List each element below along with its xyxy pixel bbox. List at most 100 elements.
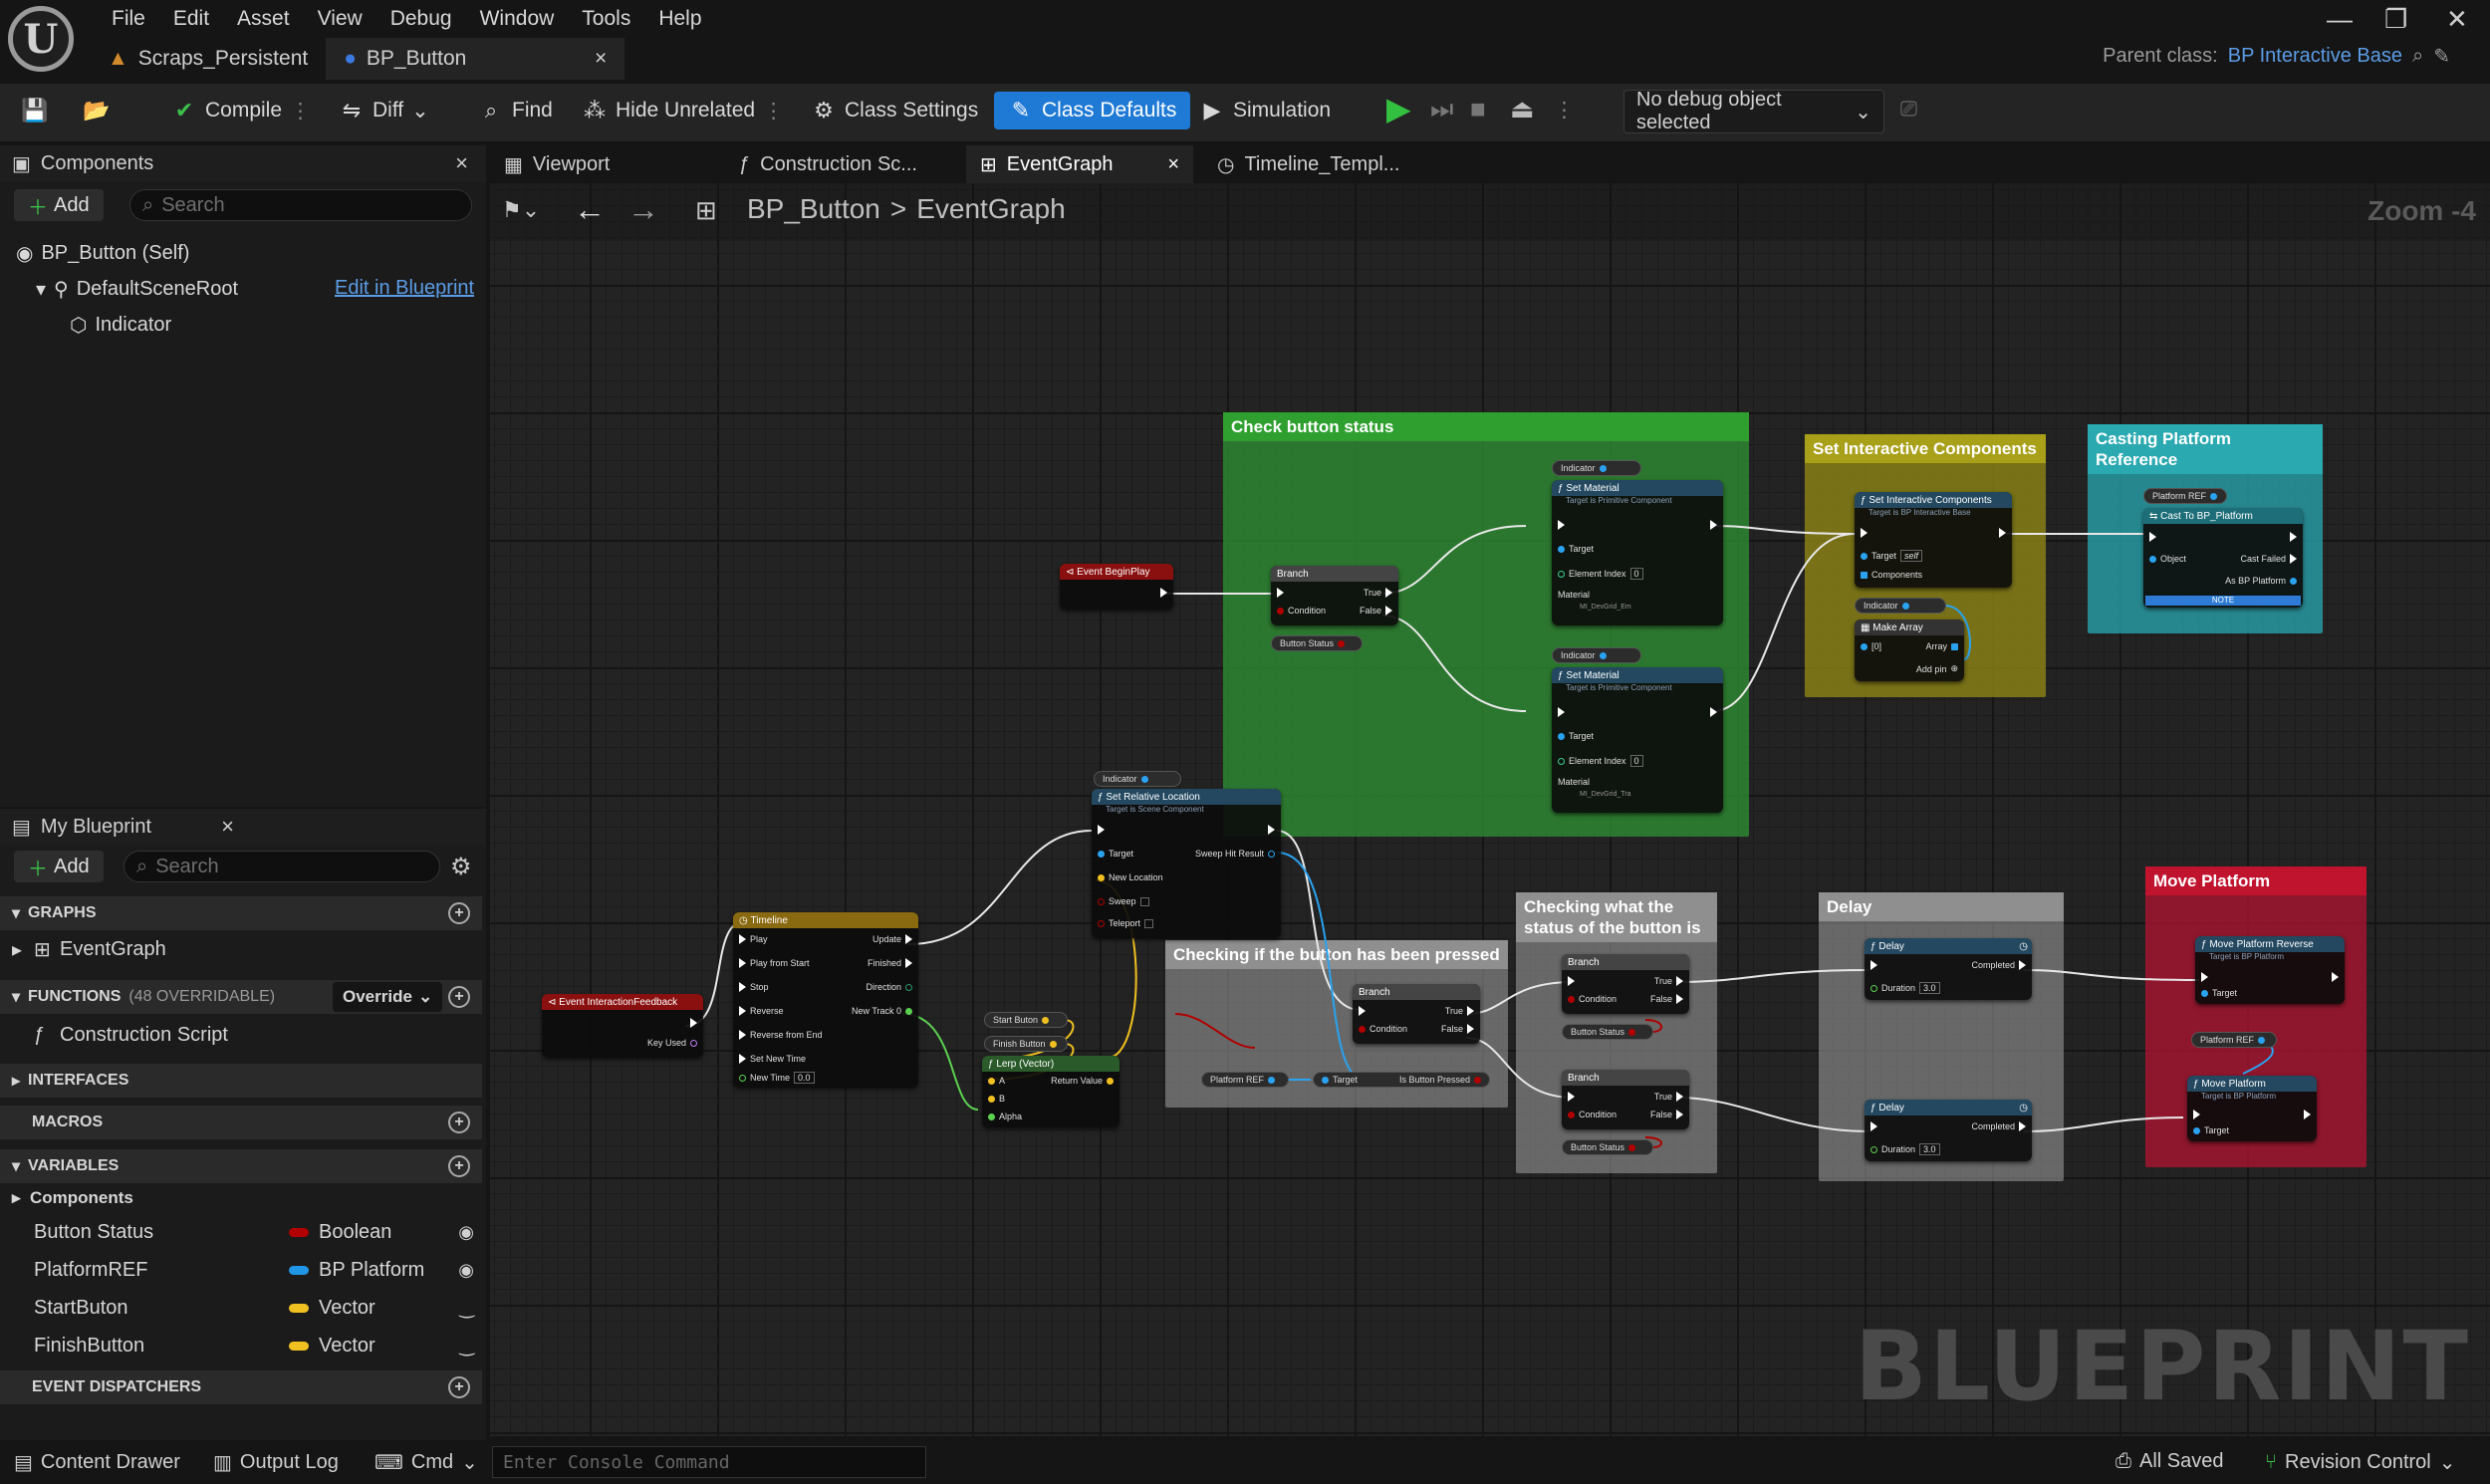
class-settings-button[interactable]: ⚙ Class Settings	[811, 98, 978, 124]
material-value[interactable]: MI_DevGrid_Em	[1580, 604, 1631, 611]
compile-button[interactable]: ✔ Compile ⋮	[171, 98, 311, 124]
revision-control-button[interactable]: ⑂ Revision Control ⌄	[2265, 1450, 2456, 1475]
return-value-pin[interactable]: Return Value	[1051, 1076, 1114, 1086]
node-get-indicator[interactable]: Indicator	[1094, 771, 1181, 787]
class-defaults-button[interactable]: ✎ Class Defaults	[994, 92, 1191, 129]
section-variables[interactable]: ▾ VARIABLES +	[0, 1149, 482, 1183]
reverse-from-end-pin[interactable]: Reverse from End	[739, 1030, 823, 1040]
exec-out-pin[interactable]	[690, 1018, 697, 1028]
menu-help[interactable]: Help	[644, 7, 715, 31]
settings-gear-icon[interactable]: ⚙	[450, 853, 472, 881]
completed-pin[interactable]: Completed	[1971, 960, 2026, 970]
node-delay[interactable]: ƒ Delay ◷ Completed Duration 3.0	[1865, 1100, 2032, 1161]
pin-value[interactable]: 3.0	[1919, 982, 1940, 994]
tab-viewport[interactable]: ▦ Viewport	[490, 145, 623, 183]
simulation-button[interactable]: ▶ Simulation	[1199, 98, 1332, 124]
find-button[interactable]: ⌕ Find	[478, 98, 553, 124]
node-get-indicator[interactable]: Indicator	[1552, 647, 1641, 663]
condition-pin[interactable]: Condition	[1568, 1110, 1617, 1119]
exec-out-pin[interactable]	[2332, 972, 2339, 982]
pin-value[interactable]: 0	[1629, 755, 1643, 767]
add-component-button[interactable]: ＋ Add	[14, 189, 104, 221]
element-index-pin[interactable]: Element Index 0	[1558, 568, 1643, 580]
new-time-pin[interactable]: New Time 0.0	[739, 1072, 815, 1084]
node-event-interaction-feedback[interactable]: ⊲ Event InteractionFeedback Key Used	[542, 994, 703, 1058]
target-pin[interactable]: Target self	[1861, 550, 1923, 562]
restore-icon[interactable]: ❐	[2384, 4, 2407, 35]
duration-pin[interactable]: Duration 3.0	[1870, 982, 1940, 994]
target-pin[interactable]: Target	[2201, 988, 2237, 998]
console-input[interactable]: Enter Console Command	[492, 1446, 926, 1478]
b-pin[interactable]: B	[988, 1094, 1005, 1104]
exec-in-pin[interactable]	[2193, 1110, 2200, 1119]
node-move-platform-reverse[interactable]: ƒ Move Platform Reverse Target is BP Pla…	[2195, 936, 2345, 1004]
add-member-button[interactable]: ＋ Add	[14, 851, 104, 882]
condition-pin[interactable]: Condition	[1568, 994, 1617, 1004]
as-bp-platform-pin[interactable]: As BP Platform	[2225, 576, 2297, 586]
condition-pin[interactable]: Condition	[1359, 1024, 1407, 1034]
new-location-pin[interactable]: New Location	[1098, 872, 1163, 882]
stop-icon[interactable]: ■	[1470, 94, 1486, 124]
true-pin[interactable]: True	[1445, 1006, 1474, 1016]
target-pin[interactable]: Target	[1098, 849, 1133, 859]
section-interfaces[interactable]: ▸ INTERFACES	[0, 1064, 482, 1098]
eye-closed-icon[interactable]: ‿	[460, 1336, 474, 1357]
components-search-input[interactable]: ⌕ Search	[129, 189, 472, 221]
step-icon[interactable]: ⏭	[1430, 94, 1453, 125]
edit-pencil-icon[interactable]: ✎	[2433, 44, 2450, 69]
reverse-pin[interactable]: Reverse	[739, 1006, 784, 1016]
menu-file[interactable]: File	[98, 7, 159, 31]
section-graphs[interactable]: ▾ GRAPHS +	[0, 896, 482, 930]
false-pin[interactable]: False	[1441, 1024, 1474, 1034]
debug-object-select[interactable]: No debug object selected ⌄	[1623, 89, 1884, 133]
my-blueprint-search-input[interactable]: ⌕ Search	[124, 851, 440, 882]
node-branch[interactable]: Branch True Condition False	[1562, 954, 1689, 1014]
search-icon[interactable]: ⌕	[2412, 45, 2423, 68]
tab-eventgraph[interactable]: ⊞ EventGraph ×	[966, 145, 1193, 183]
function-item-construction-script[interactable]: ƒ Construction Script	[0, 1016, 482, 1054]
true-pin[interactable]: True	[1654, 976, 1683, 986]
exec-out-pin[interactable]	[2290, 532, 2297, 542]
duration-pin[interactable]: Duration 3.0	[1870, 1143, 1940, 1155]
checkbox[interactable]	[1144, 918, 1154, 928]
cast-failed-pin[interactable]: Cast Failed	[2240, 554, 2297, 564]
pin-value[interactable]: 3.0	[1919, 1143, 1940, 1155]
exec-in-pin[interactable]	[2149, 532, 2156, 542]
a-pin[interactable]: A	[988, 1076, 1005, 1086]
node-timeline[interactable]: ◷ Timeline Play Play from Start Stop Rev…	[733, 912, 918, 1088]
node-move-platform[interactable]: ƒ Move Platform Target is BP Platform Ta…	[2187, 1076, 2317, 1141]
close-panel-icon[interactable]: ×	[455, 150, 468, 176]
object-pin[interactable]: Object	[2149, 554, 2186, 564]
add-dispatcher-icon[interactable]: +	[448, 1376, 470, 1398]
pin-value[interactable]: 0	[1629, 568, 1643, 580]
save-icon[interactable]: 💾	[21, 98, 48, 124]
exec-in-pin[interactable]	[1359, 1006, 1366, 1016]
play-icon[interactable]: ▶	[1386, 90, 1411, 127]
node-get-button-status[interactable]: Button Status	[1271, 635, 1363, 651]
section-macros[interactable]: MACROS +	[0, 1106, 482, 1139]
tab-timeline[interactable]: ◷ Timeline_Templ...	[1203, 145, 1413, 183]
node-set-material[interactable]: ƒ Set Material Target is Primitive Compo…	[1552, 667, 1723, 813]
debug-filter-icon[interactable]: ⎚	[1900, 98, 1917, 122]
close-tab-icon[interactable]: ×	[1167, 153, 1179, 176]
menu-debug[interactable]: Debug	[376, 7, 466, 31]
more-icon[interactable]: ⋮	[1554, 98, 1575, 123]
stop-pin[interactable]: Stop	[739, 982, 769, 992]
variable-row[interactable]: Button Status Boolean ◉	[0, 1213, 482, 1251]
false-pin[interactable]: False	[1650, 994, 1683, 1004]
component-self[interactable]: ◉ BP_Button (Self)	[16, 241, 189, 266]
node-set-interactive-components[interactable]: ƒ Set Interactive Components Target is B…	[1855, 492, 2012, 588]
close-icon[interactable]: ✕	[2446, 4, 2468, 35]
set-new-time-pin[interactable]: Set New Time	[739, 1054, 806, 1064]
minimize-icon[interactable]: —	[2327, 4, 2353, 35]
array-item-pin[interactable]: [0]	[1861, 641, 1881, 651]
true-pin[interactable]: True	[1364, 588, 1392, 598]
node-get-platform-ref[interactable]: Platform REF	[1201, 1072, 1289, 1088]
exec-in-pin[interactable]	[1870, 1121, 1877, 1131]
node-branch[interactable]: Branch True Condition False	[1271, 566, 1398, 625]
node-cast-to-bp-platform[interactable]: ⇆ Cast To BP_Platform Object Cast Failed…	[2143, 508, 2303, 608]
target-pin[interactable]: Target	[1558, 731, 1594, 741]
play-from-start-pin[interactable]: Play from Start	[739, 958, 810, 968]
edit-in-blueprint-link[interactable]: Edit in Blueprint	[335, 277, 474, 300]
node-set-material[interactable]: ƒ Set Material Target is Primitive Compo…	[1552, 480, 1723, 625]
